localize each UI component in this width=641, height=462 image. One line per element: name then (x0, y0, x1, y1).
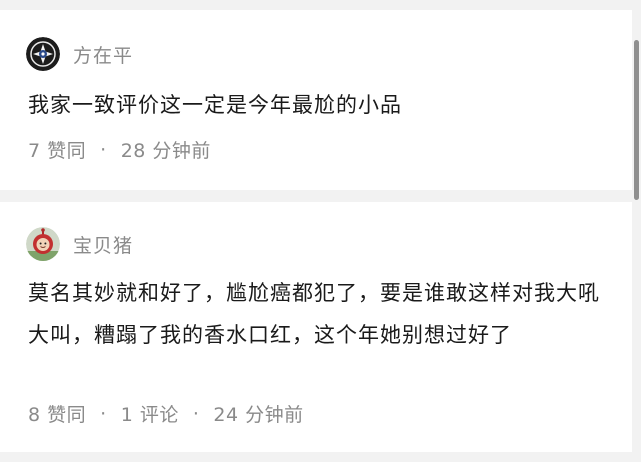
comment-header: 方在平 (26, 36, 133, 72)
avatar[interactable] (26, 227, 60, 261)
reply-count[interactable]: 1 评论 (121, 400, 179, 427)
meta-separator: · (192, 402, 200, 425)
comment-meta: 7 赞同 · 28 分钟前 (28, 136, 211, 163)
like-count[interactable]: 8 赞同 (28, 400, 86, 427)
comment-card[interactable]: 宝贝猪 莫名其妙就和好了，尴尬癌都犯了，要是谁敢这样对我大吼大叫，糟蹋了我的香水… (0, 202, 632, 452)
like-count[interactable]: 7 赞同 (28, 136, 86, 163)
comment-meta: 8 赞同 · 1 评论 · 24 分钟前 (28, 400, 304, 427)
meta-separator: · (100, 138, 107, 161)
scrollbar[interactable] (634, 40, 639, 200)
comment-username[interactable]: 宝贝猪 (73, 231, 133, 258)
emblem-avatar-icon (26, 37, 60, 71)
comment-username[interactable]: 方在平 (73, 41, 133, 68)
comment-text: 我家一致评价这一定是今年最尬的小品 (28, 93, 402, 117)
avatar[interactable] (26, 37, 60, 71)
teletubby-avatar-icon (26, 227, 60, 261)
comment-feed: 方在平 我家一致评价这一定是今年最尬的小品 7 赞同 · 28 分钟前 宝贝猪 … (0, 0, 641, 462)
comment-text: 莫名其妙就和好了，尴尬癌都犯了，要是谁敢这样对我大吼大叫，糟蹋了我的香水口红，这… (28, 281, 600, 347)
comment-timestamp: 28 分钟前 (120, 140, 211, 162)
comment-timestamp: 24 分钟前 (213, 404, 304, 426)
comment-card[interactable]: 方在平 我家一致评价这一定是今年最尬的小品 7 赞同 · 28 分钟前 (0, 10, 632, 190)
meta-separator: · (100, 402, 107, 425)
comment-header: 宝贝猪 (26, 226, 133, 262)
